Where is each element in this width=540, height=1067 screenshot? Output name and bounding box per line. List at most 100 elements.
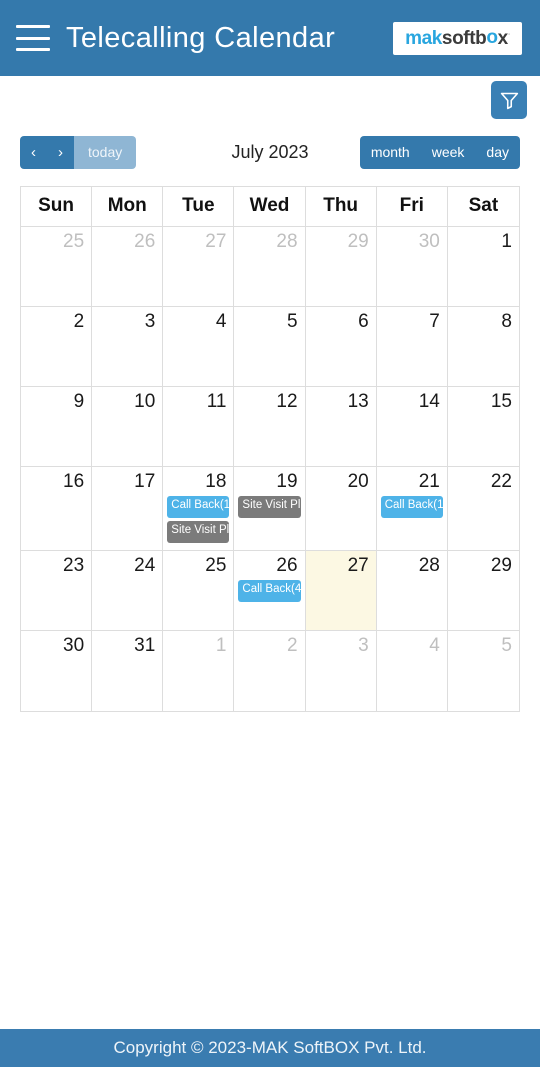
calendar-day-cell[interactable]: 30 — [377, 227, 448, 306]
calendar-day-cell[interactable]: 13 — [306, 387, 377, 466]
filter-button[interactable] — [491, 81, 527, 119]
calendar-day-cell[interactable]: 26 — [92, 227, 164, 306]
calendar-weekday-mon: Mon — [92, 187, 164, 226]
view-day-button[interactable]: day — [475, 135, 520, 169]
calendar-day-cell[interactable]: 28 — [234, 227, 306, 306]
day-number: 30 — [418, 231, 440, 252]
day-number: 12 — [276, 391, 298, 412]
day-number: 4 — [429, 635, 440, 656]
calendar-event-callback[interactable]: Call Back(4 — [238, 580, 301, 602]
calendar-day-cell[interactable]: 23 — [21, 551, 93, 630]
calendar-week-row: 30 31 1 2 3 4 5 — [21, 631, 519, 711]
logo-text-x: x — [497, 27, 509, 49]
day-number: 25 — [63, 231, 85, 252]
today-button[interactable]: today — [74, 135, 137, 169]
calendar-day-cell[interactable]: 5 — [448, 631, 519, 711]
day-number: 5 — [286, 311, 298, 332]
calendar-day-cell[interactable]: 21 Call Back(1 — [377, 467, 448, 550]
day-number: 6 — [358, 311, 369, 332]
day-number: 11 — [206, 391, 227, 412]
calendar-day-cell[interactable]: 15 — [448, 387, 519, 466]
funnel-filter-icon — [500, 92, 518, 109]
day-number: 14 — [418, 391, 440, 412]
calendar-day-cell[interactable]: 1 — [448, 227, 519, 306]
day-events: Call Back(4 — [234, 580, 304, 602]
calendar-day-cell[interactable]: 25 — [21, 227, 93, 306]
day-number: 16 — [63, 471, 85, 492]
hamburger-menu-icon[interactable] — [16, 25, 50, 51]
day-number: 13 — [347, 391, 369, 412]
calendar-day-cell[interactable]: 14 — [377, 387, 448, 466]
day-number: 23 — [63, 555, 85, 576]
calendar-day-cell[interactable]: 7 — [377, 307, 448, 386]
day-number: 15 — [490, 391, 512, 412]
calendar-day-cell[interactable]: 29 — [306, 227, 377, 306]
calendar-day-cell[interactable]: 28 — [377, 551, 448, 630]
calendar-day-cell[interactable]: 26 Call Back(4 — [234, 551, 306, 630]
calendar-day-cell[interactable]: 31 — [92, 631, 164, 711]
day-number: 17 — [134, 471, 156, 492]
calendar-day-cell[interactable]: 8 — [448, 307, 519, 386]
calendar-day-cell[interactable]: 18 Call Back(1 Site Visit Pl — [163, 467, 235, 550]
calendar-day-cell[interactable]: 3 — [306, 631, 377, 711]
calendar-day-cell[interactable]: 24 — [92, 551, 164, 630]
calendar-weekday-thu: Thu — [306, 187, 377, 226]
footer-bar: Copyright © 2023-MAK SoftBOX Pvt. Ltd. — [0, 1029, 540, 1067]
calendar-day-cell[interactable]: 22 — [448, 467, 519, 550]
calendar-event-callback[interactable]: Call Back(1 — [167, 496, 230, 518]
calendar-day-cell[interactable]: 29 — [448, 551, 519, 630]
next-month-button[interactable]: › — [47, 135, 74, 169]
prev-month-button[interactable]: ‹ — [20, 135, 47, 169]
page-spacer — [0, 712, 540, 1024]
navigation-button-group: ‹ › today — [20, 135, 137, 169]
calendar-day-cell[interactable]: 20 — [306, 467, 377, 550]
calendar-day-cell[interactable]: 2 — [234, 631, 306, 711]
view-month-button[interactable]: month — [359, 135, 421, 169]
day-number: 31 — [134, 635, 156, 656]
day-number: 28 — [276, 231, 298, 252]
calendar-event-sitevisit[interactable]: Site Visit Pl — [167, 521, 230, 543]
calendar-event-sitevisit[interactable]: Site Visit Pl — [238, 496, 301, 518]
day-number: 9 — [73, 391, 85, 412]
calendar-day-cell[interactable]: 11 — [163, 387, 235, 466]
day-number: 28 — [418, 555, 440, 576]
day-number: 26 — [134, 231, 156, 252]
calendar-day-cell[interactable]: 1 — [163, 631, 235, 711]
day-events: Call Back(1 — [377, 496, 447, 518]
calendar-day-cell[interactable]: 4 — [163, 307, 235, 386]
calendar-day-cell[interactable]: 30 — [21, 631, 93, 711]
calendar-day-cell[interactable]: 3 — [92, 307, 164, 386]
calendar-day-cell[interactable]: 27 — [163, 227, 235, 306]
calendar-day-cell[interactable]: 16 — [21, 467, 93, 550]
calendar-week-row: 25 26 27 28 29 30 1 — [21, 227, 519, 307]
day-events: Call Back(1 Site Visit Pl — [163, 496, 233, 543]
day-number: 3 — [144, 311, 156, 332]
calendar-day-cell-today[interactable]: 27 — [305, 551, 377, 630]
calendar-day-cell[interactable]: 19 Site Visit Pl — [234, 467, 306, 550]
calendar-weekday-wed: Wed — [234, 187, 306, 226]
day-number: 20 — [347, 471, 369, 492]
calendar-day-cell[interactable]: 9 — [21, 387, 93, 466]
day-number: 4 — [215, 311, 227, 332]
calendar-day-cell[interactable]: 25 — [163, 551, 235, 630]
day-number: 7 — [429, 311, 440, 332]
calendar-day-cell[interactable]: 12 — [234, 387, 306, 466]
calendar-week-row: 2 3 4 5 6 7 8 — [21, 307, 519, 387]
view-week-button[interactable]: week — [420, 135, 476, 169]
calendar-day-cell[interactable]: 10 — [92, 387, 164, 466]
day-number: 24 — [134, 555, 156, 576]
day-number: 3 — [358, 635, 369, 656]
calendar-event-callback[interactable]: Call Back(1 — [380, 496, 443, 518]
day-number: 27 — [205, 231, 227, 252]
calendar-day-cell[interactable]: 17 — [92, 467, 164, 550]
day-number: 30 — [63, 635, 85, 656]
page-title: Telecalling Calendar — [66, 21, 336, 54]
calendar-weekday-tue: Tue — [163, 187, 235, 226]
calendar-day-cell[interactable]: 4 — [377, 631, 448, 711]
calendar-day-cell[interactable]: 2 — [21, 307, 93, 386]
calendar-day-cell[interactable]: 5 — [234, 307, 306, 386]
calendar-day-cell[interactable]: 6 — [306, 307, 377, 386]
view-switch-group: month week day — [359, 135, 520, 169]
filter-toolbar — [0, 76, 540, 126]
app-header-bar: Telecalling Calendar maksoftbox· — [0, 0, 540, 76]
